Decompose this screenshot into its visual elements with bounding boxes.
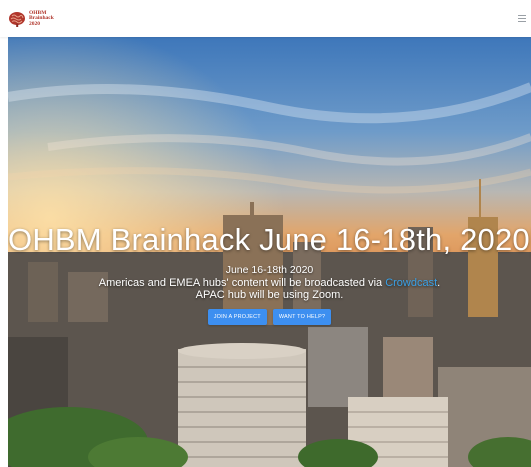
hamburger-menu-icon[interactable] <box>518 15 526 22</box>
top-navbar: OHBM Brainhack 2020 <box>0 0 531 37</box>
brain-logo-icon <box>9 12 25 27</box>
headline-text: OHBM Brainhack June 16-18th, 2020 <box>8 222 530 257</box>
hero-section: OHBM Brainhack June 16-18th, 2020| June … <box>8 37 531 467</box>
apac-notice: APAC hub will be using Zoom. <box>195 289 344 301</box>
hero-headline: OHBM Brainhack June 16-18th, 2020| <box>8 222 531 258</box>
want-to-help-button[interactable]: WANT TO HELP? <box>272 309 332 325</box>
notice-prefix: Americas and EMEA hubs' content will be … <box>98 277 386 289</box>
broadcast-notice: Americas and EMEA hubs' content will be … <box>8 277 531 289</box>
menu-bar <box>518 21 526 22</box>
event-dates: June 16-18th 2020 <box>225 264 314 276</box>
menu-bar <box>518 15 526 16</box>
brand-name: OHBM Brainhack 2020 <box>29 10 54 28</box>
menu-bar <box>518 18 526 19</box>
cta-buttons: JOIN A PROJECT WANT TO HELP? <box>8 309 531 325</box>
brand-link[interactable]: OHBM Brainhack 2020 <box>8 10 54 28</box>
brand-line-3: 2020 <box>29 20 40 27</box>
notice-suffix: . <box>437 277 441 289</box>
join-project-button[interactable]: JOIN A PROJECT <box>207 309 267 325</box>
crowdcast-link[interactable]: Crowdcast <box>385 277 437 289</box>
